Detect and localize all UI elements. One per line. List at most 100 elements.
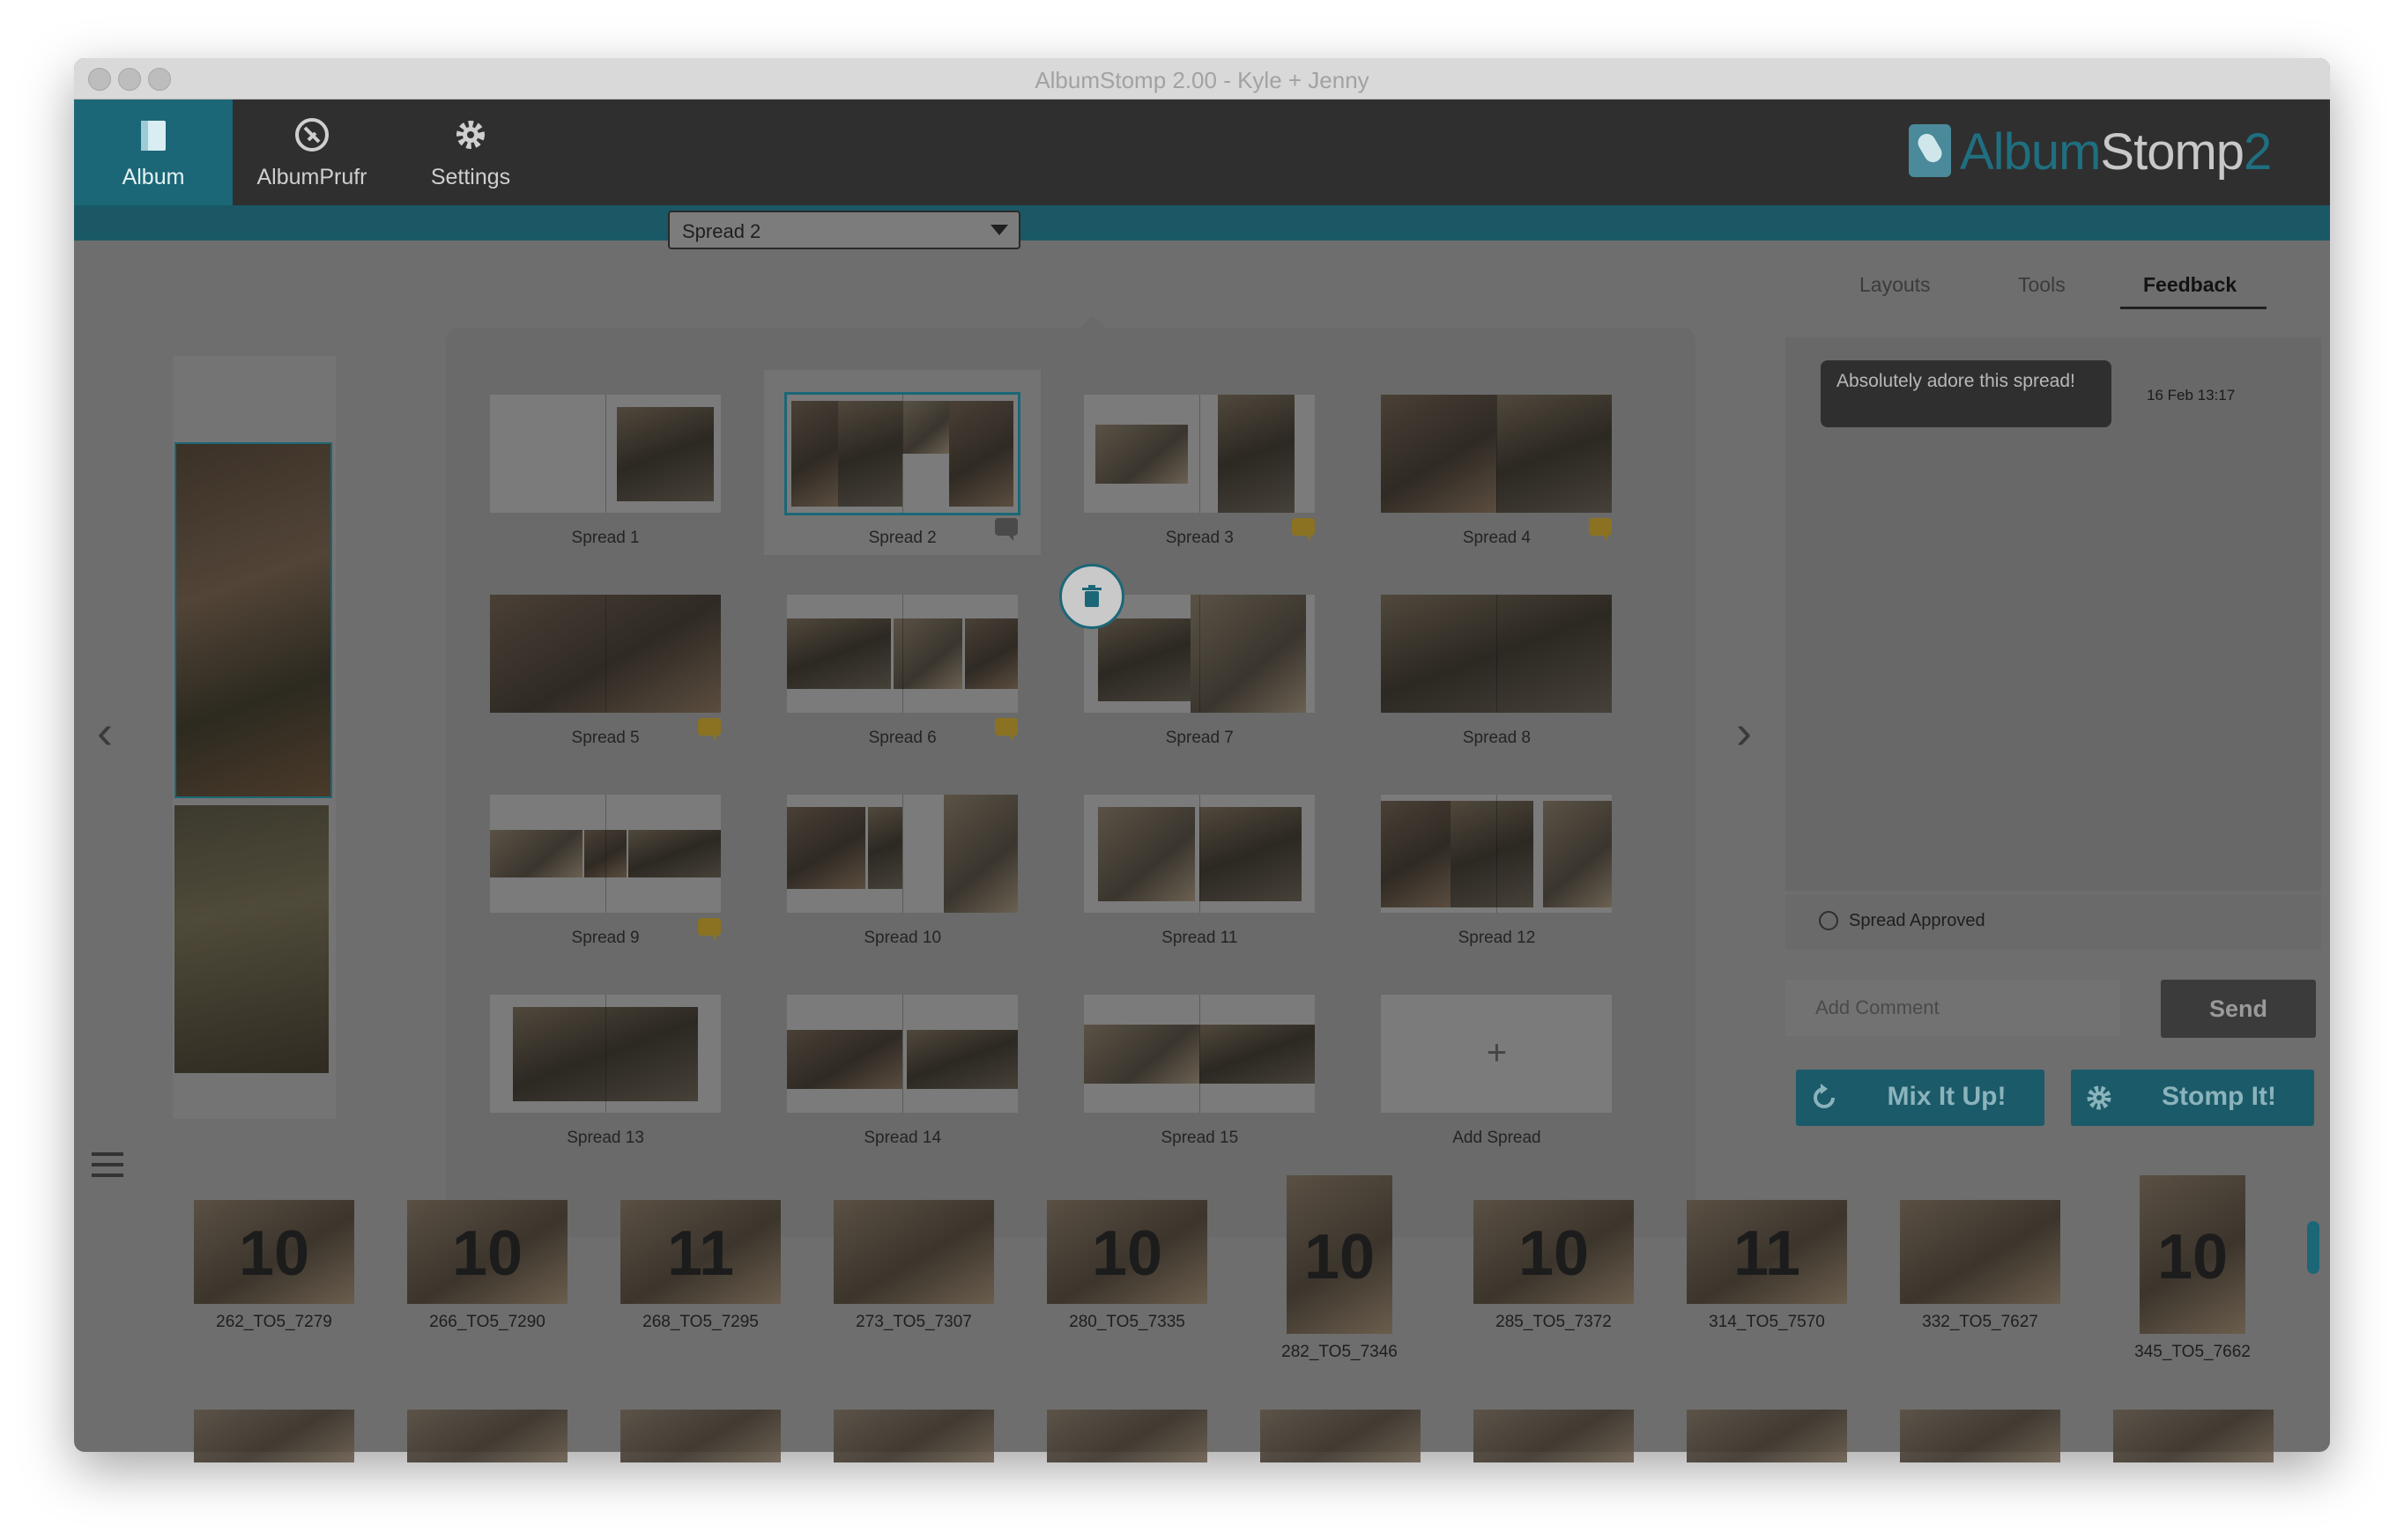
tab-tools[interactable]: Tools <box>2018 273 2066 297</box>
spread-thumbnail-4[interactable]: Spread 4 <box>1358 370 1635 555</box>
strip-photo[interactable]: 11 268_TO5_7295 <box>620 1200 781 1331</box>
spread-thumbnail-15[interactable]: Spread 15 <box>1061 970 1338 1155</box>
spread-photo <box>1218 395 1295 514</box>
spread-approved-radio[interactable] <box>1819 911 1838 930</box>
spread-name: Spread 13 <box>567 1129 644 1148</box>
strip-photo[interactable]: 11 314_TO5_7570 <box>1687 1200 1847 1331</box>
strip-photo-partial[interactable] <box>1687 1410 1847 1462</box>
usage-count: 11 <box>1733 1218 1801 1289</box>
gear-icon <box>2081 1080 2117 1115</box>
gear-icon <box>391 114 550 154</box>
stomp-it-label: Stomp It! <box>2162 1082 2276 1111</box>
add-spread-tile: + <box>1381 995 1613 1114</box>
logo-text-album: Album <box>1960 123 2101 181</box>
add-comment-input[interactable] <box>1785 980 2120 1036</box>
strip-photo[interactable]: 10 280_TO5_7335 <box>1047 1200 1207 1331</box>
photo-filename: 285_TO5_7372 <box>1495 1313 1612 1331</box>
stomp-it-button[interactable]: Stomp It! <box>2071 1070 2314 1126</box>
spread-photo <box>1098 618 1191 701</box>
spread-thumbnail-5[interactable]: Spread 5 <box>467 570 744 755</box>
strip-photo[interactable]: 10 266_TO5_7290 <box>407 1200 568 1331</box>
strip-photo[interactable]: 10 345_TO5_7662 <box>2134 1175 2251 1361</box>
comment-icon[interactable] <box>698 918 722 942</box>
photo-filename: 282_TO5_7346 <box>1281 1343 1398 1361</box>
tab-feedback[interactable]: Feedback <box>2143 273 2237 297</box>
spread-thumbnail-10[interactable]: Spread 10 <box>764 770 1041 955</box>
spread-thumbnail-2[interactable]: Spread 2 <box>764 370 1042 556</box>
spread-spine <box>605 995 607 1114</box>
spread-photo-bouquet[interactable] <box>174 805 329 1073</box>
strip-photo-partial[interactable] <box>834 1410 994 1462</box>
strip-photo-partial[interactable] <box>1260 1410 1421 1462</box>
previous-spread-arrow-icon[interactable]: ‹ <box>97 705 113 759</box>
spread-thumbnail-3[interactable]: Spread 3 <box>1061 370 1338 555</box>
tab-settings[interactable]: Settings <box>391 100 550 205</box>
spread-approved-row[interactable]: Spread Approved <box>1785 895 2321 950</box>
spread-preview <box>1084 395 1316 514</box>
spread-photo <box>1381 395 1497 514</box>
next-spread-arrow-icon[interactable]: › <box>1736 705 1752 759</box>
send-button[interactable]: Send <box>2161 980 2316 1038</box>
strip-photo-partial[interactable] <box>1900 1410 2060 1462</box>
strip-photo[interactable]: 10 282_TO5_7346 <box>1281 1175 1398 1361</box>
tab-layouts[interactable]: Layouts <box>1859 273 1931 297</box>
spread-thumbnail-12[interactable]: Spread 12 <box>1358 770 1635 955</box>
tab-albumprufr[interactable]: AlbumPrufr <box>233 100 391 205</box>
strip-photo[interactable]: 332_TO5_7627 <box>1900 1200 2060 1331</box>
spread-thumbnail-13[interactable]: Spread 13 <box>467 970 744 1155</box>
strip-photo[interactable]: 10 262_TO5_7279 <box>194 1200 354 1331</box>
popup-pointer <box>1080 315 1105 328</box>
feedback-comments-panel: Absolutely adore this spread! 16 Feb 13:… <box>1785 337 2321 891</box>
spread-spine <box>1496 795 1498 914</box>
spread-photo <box>907 1030 1019 1090</box>
spread-preview <box>490 395 722 514</box>
menu-icon[interactable] <box>92 1152 123 1179</box>
spread-photo <box>1199 806 1302 901</box>
spread-preview <box>1084 995 1316 1114</box>
strip-photo[interactable]: 10 285_TO5_7372 <box>1473 1200 1634 1331</box>
spread-spine <box>605 395 607 514</box>
comment-icon[interactable] <box>1589 518 1613 542</box>
spread-thumbnail-14[interactable]: Spread 14 <box>764 970 1041 1155</box>
tab-album-label: Album <box>122 165 185 189</box>
spread-select[interactable]: Spread 2 <box>668 211 1020 249</box>
spread-approved-label: Spread Approved <box>1849 911 1985 930</box>
top-toolbar: Album AlbumPrufr Settings AlbumStomp2 <box>74 100 2330 205</box>
strip-photo-partial[interactable] <box>2113 1410 2274 1462</box>
strip-photo-partial[interactable] <box>407 1410 568 1462</box>
spread-thumbnail-1[interactable]: Spread 1 <box>467 370 744 555</box>
strip-photo-partial[interactable] <box>194 1410 354 1462</box>
strip-photo-partial[interactable] <box>1473 1410 1634 1462</box>
header-accent-strip <box>74 205 2330 241</box>
strip-photo-partial[interactable] <box>620 1410 781 1462</box>
window-title: AlbumStomp 2.00 - Kyle + Jenny <box>1035 67 1369 93</box>
mix-it-up-button[interactable]: Mix It Up! <box>1796 1070 2044 1126</box>
spread-spine <box>1199 395 1201 514</box>
add-spread-button[interactable]: + Add Spread <box>1358 970 1635 1155</box>
comment-icon[interactable] <box>698 718 722 742</box>
spread-photo <box>902 400 949 455</box>
photo-filename: 314_TO5_7570 <box>1709 1313 1825 1331</box>
tab-album[interactable]: Album <box>74 100 233 205</box>
strip-photo-partial[interactable] <box>1047 1410 1207 1462</box>
spread-spine <box>1199 995 1201 1114</box>
spread-thumbnail-11[interactable]: Spread 11 <box>1061 770 1338 955</box>
comment-icon[interactable] <box>995 518 1019 542</box>
usage-count: 10 <box>238 1218 310 1289</box>
spread-photo-shoes[interactable] <box>174 442 332 798</box>
spread-name: Spread 15 <box>1161 1129 1239 1148</box>
strip-scrollbar[interactable] <box>2307 1221 2319 1274</box>
strip-photo[interactable]: 273_TO5_7307 <box>834 1200 994 1331</box>
comment-icon[interactable] <box>995 718 1019 742</box>
spread-thumbnail-9[interactable]: Spread 9 <box>467 770 744 955</box>
spread-thumbnail-8[interactable]: Spread 8 <box>1358 570 1635 755</box>
spread-spine <box>902 595 904 714</box>
spread-thumbnail-6[interactable]: Spread 6 <box>764 570 1041 755</box>
comment-icon[interactable] <box>1292 518 1316 542</box>
spread-spine <box>902 395 904 514</box>
spread-preview <box>787 595 1019 714</box>
spread-photo <box>791 400 838 507</box>
trash-icon[interactable] <box>1059 564 1124 629</box>
spread-photo <box>1084 1024 1200 1084</box>
mix-it-up-label: Mix It Up! <box>1887 1082 2007 1111</box>
